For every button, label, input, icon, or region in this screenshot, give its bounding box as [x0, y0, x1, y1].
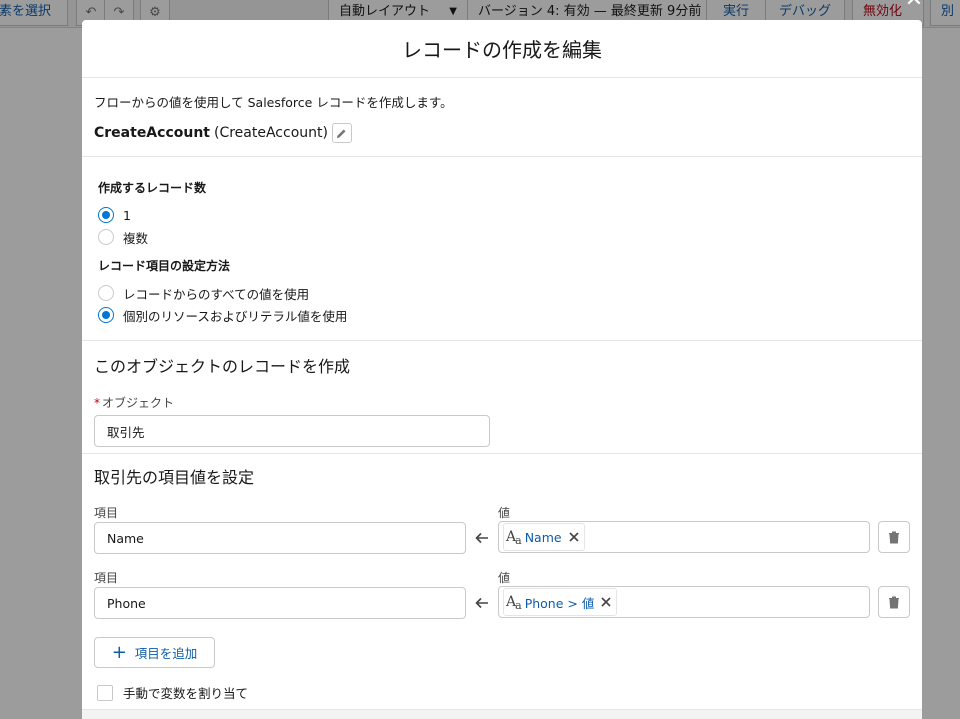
element-name-row: CreateAccount (CreateAccount) [94, 123, 910, 143]
field-method-label: レコード項目の設定方法 [98, 259, 231, 273]
delete-row-button[interactable] [878, 521, 910, 553]
field-input[interactable]: Name [94, 522, 466, 554]
add-field-label: 項目を追加 [134, 646, 198, 661]
radio-label: 個別のリソースおよびリテラル値を使用 [123, 308, 348, 324]
field-input[interactable]: Phone [94, 587, 466, 619]
close-icon: ✕ [905, 0, 923, 12]
modal-header: レコードの作成を編集 [82, 20, 922, 78]
object-label-text: オブジェクト [102, 396, 175, 410]
text-type-icon: Aa [506, 529, 522, 547]
edit-create-records-modal: レコードの作成を編集 フローからの値を使用して Salesforce レコードを… [82, 20, 922, 719]
manual-assign-option[interactable]: 手動で変数を割り当て [94, 683, 910, 702]
modal-title: レコードの作成を編集 [402, 38, 602, 62]
pencil-icon [337, 128, 347, 138]
resource-pill: Aa Phone > 値 [503, 588, 618, 616]
radio-button[interactable] [98, 207, 114, 223]
radio-label: 複数 [123, 230, 149, 246]
radio-label: 1 [123, 207, 131, 223]
add-field-button[interactable]: + 項目を追加 [94, 637, 215, 668]
radio-button[interactable] [98, 285, 114, 301]
arrow-left-icon [475, 597, 488, 609]
radio-button[interactable] [98, 229, 114, 245]
value-column-label: 値 [498, 571, 511, 585]
object-section-title: このオブジェクトのレコードを作成 [94, 357, 351, 376]
value-input[interactable]: Aa Name [498, 521, 870, 553]
manual-assign-checkbox[interactable] [97, 684, 113, 701]
field-method-option-separate[interactable]: 個別のリソースおよびリテラル値を使用 [98, 304, 906, 326]
trash-icon [889, 596, 899, 608]
record-count-option-single[interactable]: 1 [98, 204, 906, 226]
field-mapping-row: 項目 値 Name Aa Name [94, 504, 910, 569]
resource-pill-label: Phone > 値 [524, 595, 595, 611]
resource-pill-label: Name [524, 529, 562, 545]
object-field-label: * オブジェクト [94, 394, 910, 411]
text-type-icon: Aa [506, 594, 522, 612]
value-input[interactable]: Aa Phone > 値 [498, 586, 870, 618]
field-method-option-record[interactable]: レコードからのすべての値を使用 [98, 282, 906, 304]
object-input[interactable]: 取引先 [94, 415, 490, 447]
manual-assign-label: 手動で変数を割り当て [123, 686, 249, 701]
plus-icon: + [111, 641, 127, 663]
arrow-left-icon [475, 532, 488, 544]
edit-name-button[interactable] [331, 123, 352, 143]
required-marker: * [94, 396, 100, 410]
element-label: CreateAccount [94, 125, 210, 141]
record-count-label: 作成するレコード数 [98, 181, 207, 195]
trash-icon [889, 531, 899, 543]
delete-row-button[interactable] [878, 586, 910, 618]
radio-label: レコードからのすべての値を使用 [123, 286, 310, 302]
field-mapping-row: 項目 値 Phone Aa Phone > 値 [94, 569, 910, 634]
radio-button[interactable] [98, 307, 114, 323]
field-values-title: 取引先の項目値を設定 [94, 468, 255, 487]
object-section: このオブジェクトのレコードを作成 * オブジェクト 取引先 [82, 341, 922, 454]
field-values-section: 取引先の項目値を設定 項目 値 Name Aa Name 項目 値 Phone [82, 454, 922, 702]
modal-footer [82, 709, 922, 719]
value-column-label: 値 [498, 506, 511, 520]
element-description: フローからの値を使用して Salesforce レコードを作成します。 [94, 95, 453, 110]
resource-pill: Aa Name [503, 523, 585, 551]
options-section: 作成するレコード数 1 複数 レコード項目の設定方法 レコードからのすべての値を… [82, 157, 922, 341]
field-column-label: 項目 [94, 571, 119, 585]
close-modal-button[interactable]: ✕ [900, 0, 928, 12]
element-info-section: フローからの値を使用して Salesforce レコードを作成します。 Crea… [82, 78, 922, 157]
close-icon[interactable] [600, 596, 612, 608]
field-column-label: 項目 [94, 506, 119, 520]
element-api-name: (CreateAccount) [214, 125, 328, 141]
record-count-option-multiple[interactable]: 複数 [98, 226, 906, 248]
close-icon[interactable] [568, 531, 580, 543]
